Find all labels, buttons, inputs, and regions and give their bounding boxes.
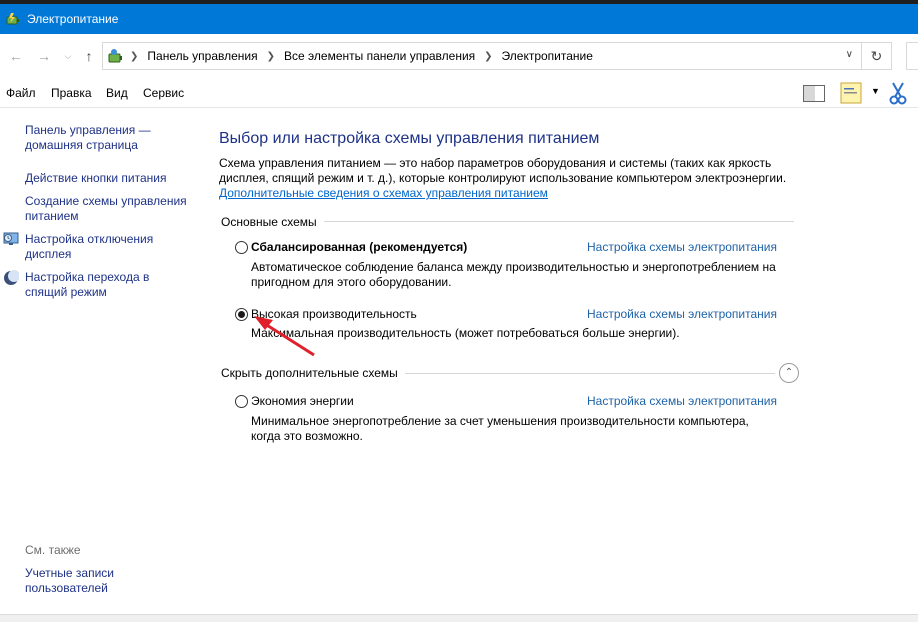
control-panel-home-link[interactable]: Панель управления — домашняя страница	[25, 123, 175, 153]
power-button-action-link[interactable]: Действие кнопки питания	[25, 171, 205, 186]
power-saver-plan-name[interactable]: Экономия энергии	[251, 394, 354, 408]
breadcrumb-item[interactable]: Электропитание	[502, 49, 593, 63]
chevron-down-icon[interactable]: ∨	[846, 49, 853, 60]
arrow-up-icon[interactable]: ↑	[79, 46, 99, 66]
caret-down-icon[interactable]: ▼	[871, 86, 880, 96]
high-performance-plan-description: Максимальная производительность (может п…	[251, 326, 680, 340]
breadcrumb-item[interactable]: Все элементы панели управления	[284, 49, 475, 63]
search-box[interactable]	[906, 42, 918, 70]
menu-bar: Файл Правка Вид Сервис ▼	[0, 78, 918, 108]
breadcrumb-item[interactable]: Панель управления	[147, 49, 257, 63]
refresh-icon[interactable]: ↻	[862, 42, 892, 70]
page-title: Выбор или настройка схемы управления пит…	[219, 130, 600, 147]
arrow-right-icon[interactable]: →	[34, 46, 54, 66]
chevron-up-icon[interactable]: ⌃	[779, 363, 799, 383]
preview-pane-icon[interactable]	[803, 85, 825, 102]
note-icon[interactable]	[840, 82, 862, 104]
basic-plans-header: Основные схемы	[221, 215, 317, 229]
balanced-plan-settings-link[interactable]: Настройка схемы электропитания	[587, 240, 777, 254]
additional-plans-header[interactable]: Скрыть дополнительные схемы	[221, 366, 398, 380]
arrow-left-icon[interactable]: ←	[6, 46, 26, 66]
navigation-bar: ← → ⌵ ↑ ❯ Панель управления ❯ Все элемен…	[0, 34, 918, 78]
power-saver-plan-settings-link[interactable]: Настройка схемы электропитания	[587, 394, 777, 408]
power-saver-plan-description: Минимальное энергопотребление за счет ум…	[251, 414, 749, 443]
chevron-down-icon[interactable]: ⌵	[58, 46, 78, 66]
breadcrumb-separator: ❯	[484, 50, 493, 62]
menu-edit[interactable]: Правка	[51, 86, 92, 100]
power-options-icon	[6, 13, 19, 25]
create-power-plan-link[interactable]: Создание схемы управления питанием	[25, 194, 195, 224]
menu-file[interactable]: Файл	[6, 86, 36, 100]
control-panel-icon	[108, 49, 122, 63]
more-info-link[interactable]: Дополнительные сведения о схемах управле…	[219, 186, 548, 200]
display-off-icon	[3, 232, 19, 245]
power-saver-plan-radio[interactable]	[235, 395, 248, 408]
display-off-settings-link[interactable]: Настройка отключения дисплея	[25, 232, 175, 262]
breadcrumb-separator: ❯	[266, 50, 276, 62]
menu-view[interactable]: Вид	[106, 86, 128, 100]
high-performance-plan-radio[interactable]	[235, 308, 248, 321]
page-description: Схема управления питанием — это набор па…	[219, 156, 787, 185]
high-performance-plan-settings-link[interactable]: Настройка схемы электропитания	[587, 307, 777, 321]
menu-tools[interactable]: Сервис	[143, 86, 184, 100]
sleep-moon-icon	[4, 270, 19, 285]
breadcrumb-separator: ❯	[130, 50, 139, 62]
high-performance-plan-name[interactable]: Высокая производительность	[251, 307, 417, 321]
sleep-settings-link[interactable]: Настройка перехода в спящий режим	[25, 270, 175, 300]
balanced-plan-radio[interactable]	[235, 241, 248, 254]
address-bar[interactable]: ❯ Панель управления ❯ Все элементы панел…	[102, 42, 862, 70]
scissors-icon[interactable]	[888, 81, 908, 105]
window-title: Электропитание	[27, 12, 119, 26]
user-accounts-link[interactable]: Учетные записи пользователей	[25, 566, 135, 596]
see-also-label: См. также	[25, 543, 81, 557]
balanced-plan-description: Автоматическое соблюдение баланса между …	[251, 260, 776, 289]
group-divider	[405, 373, 775, 374]
balanced-plan-name[interactable]: Сбалансированная (рекомендуется)	[251, 240, 467, 254]
group-divider	[324, 221, 794, 222]
title-bar: Электропитание	[0, 0, 918, 34]
status-bar	[0, 614, 918, 622]
